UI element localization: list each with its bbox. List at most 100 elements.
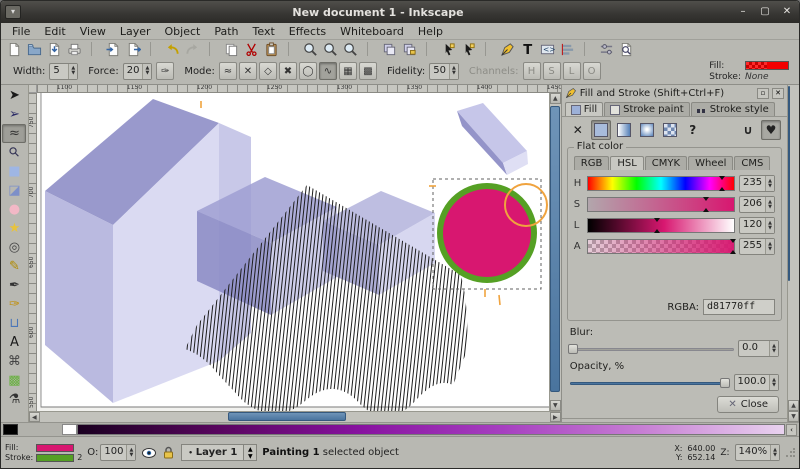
- zoom-page-button[interactable]: [341, 40, 360, 58]
- tab-stroke-style[interactable]: Stroke style: [691, 102, 775, 116]
- dropper-tool-button[interactable]: ⚗: [2, 390, 26, 409]
- resize-grip[interactable]: [785, 448, 795, 458]
- select-original-button[interactable]: [439, 40, 458, 58]
- titlebar[interactable]: ▾ New document 1 - Inkscape – ▢ ✕: [1, 1, 799, 23]
- paint-bucket-tool-button[interactable]: ⊔: [2, 314, 26, 333]
- blur-mode-button[interactable]: ▦: [339, 62, 357, 80]
- paste-button[interactable]: [262, 40, 281, 58]
- align-dialog-button[interactable]: [558, 40, 577, 58]
- horizontal-ruler[interactable]: 11001150120012501300135014001450: [37, 85, 561, 93]
- menu-whiteboard[interactable]: Whiteboard: [333, 25, 411, 38]
- document-save-button[interactable]: [45, 40, 64, 58]
- blur-slider[interactable]: [570, 343, 734, 355]
- current-style-indicator[interactable]: Fill: Stroke: None: [709, 61, 793, 82]
- document-open-button[interactable]: [25, 40, 44, 58]
- canvas[interactable]: [37, 93, 549, 411]
- panel-float-button[interactable]: ▫: [757, 88, 769, 99]
- selector-tool-button[interactable]: ➤: [2, 86, 26, 105]
- node-tool-button[interactable]: ➢: [2, 105, 26, 124]
- calligraphy-tool-button[interactable]: ✑: [2, 295, 26, 314]
- use-pressure-toggle[interactable]: ✑: [156, 62, 174, 80]
- box3d-tool-button[interactable]: ◪: [2, 181, 26, 200]
- scroll-up-button[interactable]: ▲: [550, 93, 561, 104]
- color-tab-cmyk[interactable]: CMYK: [645, 156, 687, 170]
- canvas-horizontal-scrollbar[interactable]: ◀ ▶: [29, 411, 561, 422]
- a-spinner[interactable]: 255▲▼: [739, 238, 775, 255]
- palette-purple-gradient[interactable]: [77, 424, 785, 435]
- s-slider[interactable]: [587, 197, 735, 212]
- palette-scroll-button[interactable]: ‹: [786, 424, 797, 436]
- radial-gradient-button[interactable]: [637, 120, 657, 140]
- zoom-tool-button[interactable]: ⚲: [2, 143, 26, 162]
- h-spinner[interactable]: 235▲▼: [739, 175, 775, 192]
- orange-stroke-mark[interactable]: [499, 295, 500, 305]
- color-tab-cms[interactable]: CMS: [734, 156, 770, 170]
- horizontal-scroll-thumb[interactable]: [228, 412, 345, 421]
- opacity-slider[interactable]: [570, 377, 730, 389]
- no-paint-button[interactable]: ✕: [568, 120, 588, 140]
- sb-stroke-swatch[interactable]: [36, 454, 74, 462]
- color-tab-wheel[interactable]: Wheel: [688, 156, 733, 170]
- palette-white-swatch[interactable]: [62, 424, 77, 435]
- window-menu-button[interactable]: ▾: [5, 5, 21, 19]
- linear-gradient-button[interactable]: [614, 120, 634, 140]
- menu-layer[interactable]: Layer: [113, 25, 158, 38]
- menu-path[interactable]: Path: [207, 25, 245, 38]
- layer-updown-button[interactable]: ▲▼: [244, 444, 257, 461]
- zoom-spinner[interactable]: 140%▲▼: [735, 444, 780, 461]
- undo-button[interactable]: [163, 40, 182, 58]
- star-tool-button[interactable]: ★: [2, 219, 26, 238]
- pencil-tool-button[interactable]: ✎: [2, 257, 26, 276]
- xml-editor-button[interactable]: [538, 40, 557, 58]
- inkscape-preferences-button[interactable]: [597, 40, 616, 58]
- scroll-left-button[interactable]: ◀: [29, 412, 40, 422]
- panel-scroll-up-button[interactable]: ▲: [788, 400, 799, 411]
- flat-color-button[interactable]: [591, 120, 611, 140]
- s-spinner[interactable]: 206▲▼: [739, 196, 775, 213]
- fidelity-spinner[interactable]: 50▲▼: [429, 63, 459, 80]
- zoom-drawing-button[interactable]: [321, 40, 340, 58]
- tab-fill[interactable]: Fill: [565, 102, 603, 116]
- copy-button[interactable]: [222, 40, 241, 58]
- vertical-ruler[interactable]: 750700650600550: [29, 93, 37, 411]
- shrink-grow-mode-button[interactable]: ✕: [239, 62, 257, 80]
- l-spinner[interactable]: 120▲▼: [739, 217, 775, 234]
- scroll-right-button[interactable]: ▶: [550, 412, 561, 422]
- layer-selector[interactable]: •Layer 1 ▲▼: [181, 444, 257, 461]
- minimize-button[interactable]: –: [735, 4, 751, 20]
- pattern-button[interactable]: [660, 120, 680, 140]
- jitter-color-mode-button[interactable]: ∿: [319, 62, 337, 80]
- tab-stroke-paint[interactable]: Stroke paint: [604, 102, 690, 116]
- channels-mode-button[interactable]: ▩: [359, 62, 377, 80]
- attract-repel-mode-button[interactable]: ◇: [259, 62, 277, 80]
- panel-scroll-down-button[interactable]: ▼: [788, 411, 799, 422]
- menu-file[interactable]: File: [5, 25, 37, 38]
- palette-black-swatch[interactable]: [3, 424, 18, 435]
- menu-help[interactable]: Help: [411, 25, 450, 38]
- gradient-tool-button[interactable]: ▩: [2, 371, 26, 390]
- spiral-tool-button[interactable]: ◎: [2, 238, 26, 257]
- edit-clones-button[interactable]: [459, 40, 478, 58]
- vertical-scroll-thumb[interactable]: [550, 106, 560, 392]
- maximize-button[interactable]: ▢: [757, 4, 773, 20]
- menu-edit[interactable]: Edit: [37, 25, 72, 38]
- push-mode-button[interactable]: ≈: [219, 62, 237, 80]
- fill-rule-nonzero-button[interactable]: ♥: [761, 120, 781, 140]
- menu-view[interactable]: View: [73, 25, 113, 38]
- unknown-paint-button[interactable]: ?: [683, 120, 703, 140]
- zoom-selection-button[interactable]: [301, 40, 320, 58]
- paint-color-mode-button[interactable]: ◯: [299, 62, 317, 80]
- text-tool-button[interactable]: A: [2, 333, 26, 352]
- menu-text[interactable]: Text: [246, 25, 282, 38]
- text-dialog-button[interactable]: [518, 40, 537, 58]
- blur-spinner[interactable]: 0.0▲▼: [738, 340, 779, 357]
- layer-visibility-icon[interactable]: [141, 445, 156, 460]
- create-clone-button[interactable]: [400, 40, 419, 58]
- h-slider[interactable]: [587, 176, 735, 191]
- a-slider[interactable]: [587, 239, 735, 254]
- document-new-button[interactable]: [5, 40, 24, 58]
- pen-tool-button[interactable]: ✒: [2, 276, 26, 295]
- duplicate-button[interactable]: [380, 40, 399, 58]
- rgba-input[interactable]: d81770ff: [703, 299, 775, 315]
- width-spinner[interactable]: 5▲▼: [49, 63, 78, 80]
